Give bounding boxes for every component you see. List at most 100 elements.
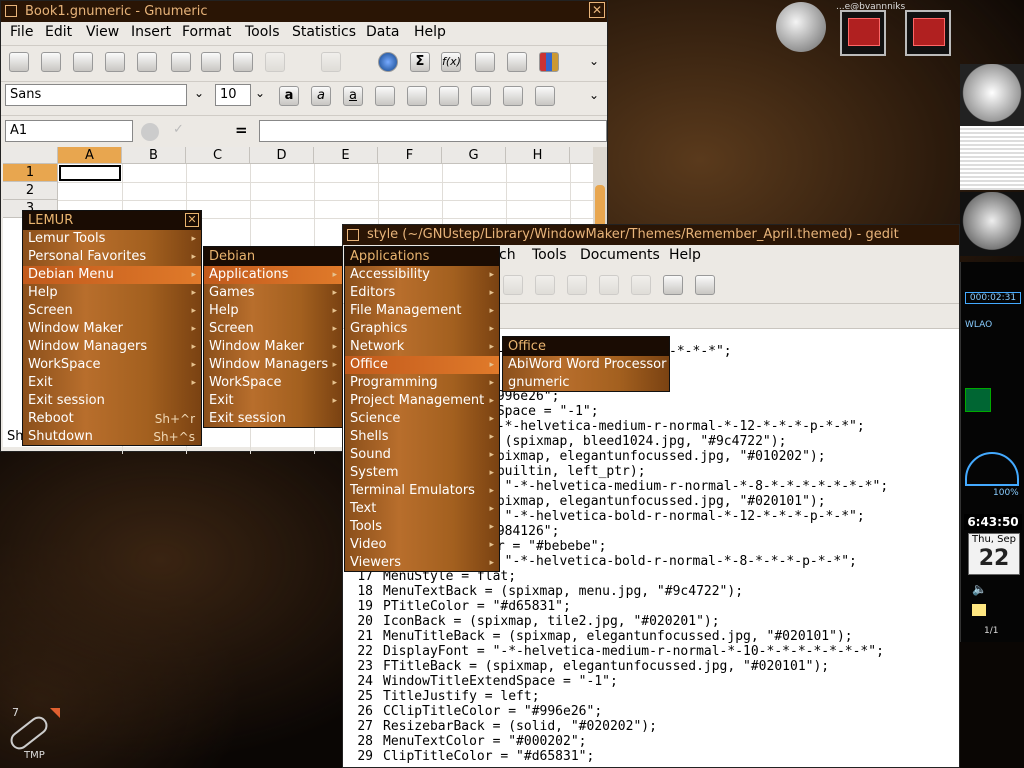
redo-icon[interactable] — [321, 52, 341, 72]
clip-arrow-icon[interactable] — [50, 708, 60, 718]
align-center-icon[interactable] — [407, 86, 427, 106]
print-preview-icon[interactable] — [137, 52, 157, 72]
menu-item-window-managers[interactable]: Window Managers ▸ — [204, 356, 342, 374]
miniaturize-icon[interactable] — [347, 229, 359, 241]
menu-statistics[interactable]: Statistics — [292, 24, 356, 40]
menu-file[interactable]: File — [10, 24, 33, 40]
menu-documents[interactable]: Documents — [580, 247, 660, 263]
paste-icon[interactable] — [631, 275, 651, 295]
menu-item-window-maker[interactable]: Window Maker ▸ — [23, 320, 201, 338]
merge-cells-icon[interactable] — [471, 86, 491, 106]
borders-icon[interactable] — [535, 86, 555, 106]
stairs-dock-icon[interactable] — [960, 64, 1024, 128]
copy-icon[interactable] — [201, 52, 221, 72]
menu-item-personal-favorites[interactable]: Personal Favorites ▸ — [23, 248, 201, 266]
menu-tools[interactable]: Tools — [532, 247, 567, 263]
menu-item-workspace[interactable]: WorkSpace ▸ — [204, 374, 342, 392]
menu-title[interactable]: LEMUR ✕ — [23, 211, 201, 230]
cut-icon[interactable] — [567, 275, 587, 295]
column-header[interactable]: H — [506, 147, 570, 164]
menu-item-window-managers[interactable]: Window Managers ▸ — [23, 338, 201, 356]
menu-edit[interactable]: Edit — [45, 24, 72, 40]
paste-icon[interactable] — [233, 52, 253, 72]
close-icon[interactable]: ✕ — [589, 2, 605, 18]
menu-item-shells[interactable]: Shells ▸ — [345, 428, 499, 446]
menu-help[interactable]: Help — [669, 247, 701, 263]
menu-help[interactable]: Help — [414, 24, 446, 40]
gedit-titlebar[interactable]: style (~/GNUstep/Library/WindowMaker/The… — [343, 225, 959, 245]
menu-title[interactable]: Debian — [204, 247, 342, 266]
column-header[interactable] — [570, 147, 595, 164]
terminal-app-icon[interactable] — [905, 10, 951, 56]
menu-item-exit-session[interactable]: Exit session — [204, 410, 342, 428]
menu-item-terminal-emulators[interactable]: Terminal Emulators ▸ — [345, 482, 499, 500]
hyperlink-icon[interactable] — [378, 52, 398, 72]
menu-item-games[interactable]: Games ▸ — [204, 284, 342, 302]
note-icon[interactable] — [972, 604, 986, 616]
column-header[interactable]: E — [314, 147, 378, 164]
column-header[interactable]: D — [250, 147, 314, 164]
menu-item-network[interactable]: Network ▸ — [345, 338, 499, 356]
menu-item-graphics[interactable]: Graphics ▸ — [345, 320, 499, 338]
open-icon[interactable] — [41, 52, 61, 72]
menu-item-tools[interactable]: Tools ▸ — [345, 518, 499, 536]
menu-data[interactable]: Data — [366, 24, 399, 40]
align-right-icon[interactable] — [439, 86, 459, 106]
menu-item-text[interactable]: Text ▸ — [345, 500, 499, 518]
new-icon[interactable] — [9, 52, 29, 72]
menu-item-science[interactable]: Science ▸ — [345, 410, 499, 428]
menu-item-programming[interactable]: Programming ▸ — [345, 374, 499, 392]
menu-item-screen[interactable]: Screen ▸ — [23, 302, 201, 320]
shutdown-dock-icon[interactable] — [960, 192, 1024, 256]
menu-title[interactable]: Office — [503, 337, 669, 356]
pie-chart-icon[interactable] — [776, 2, 826, 52]
save-icon[interactable] — [73, 52, 93, 72]
menu-item-sound[interactable]: Sound ▸ — [345, 446, 499, 464]
column-header[interactable]: C — [186, 147, 250, 164]
menu-search[interactable]: ch — [499, 247, 516, 263]
menu-item-video[interactable]: Video ▸ — [345, 536, 499, 554]
sum-icon[interactable]: Σ — [410, 52, 430, 72]
sort-ascending-icon[interactable] — [475, 52, 495, 72]
redo-icon[interactable] — [535, 275, 555, 295]
column-header[interactable]: A — [58, 147, 122, 164]
row-header[interactable]: 1 — [3, 164, 58, 182]
menu-title[interactable]: Applications — [345, 247, 499, 266]
menu-item-exit[interactable]: Exit ▸ — [204, 392, 342, 410]
column-header[interactable]: G — [442, 147, 506, 164]
menu-item-file-management[interactable]: File Management ▸ — [345, 302, 499, 320]
toolbar-overflow-icon[interactable]: ⌄ — [589, 54, 599, 68]
close-icon[interactable]: ✕ — [185, 213, 199, 227]
font-name-field[interactable]: Sans — [5, 84, 187, 106]
function-icon[interactable]: f(x) — [441, 52, 461, 72]
menu-item-workspace[interactable]: WorkSpace ▸ — [23, 356, 201, 374]
italic-icon[interactable]: a — [311, 86, 331, 106]
menu-item-shutdown[interactable]: Shutdown Sh+^s — [23, 428, 201, 446]
bold-icon[interactable]: a — [279, 86, 299, 106]
menu-item-exit-session[interactable]: Exit session — [23, 392, 201, 410]
underline-icon[interactable]: a — [343, 86, 363, 106]
menu-item-help[interactable]: Help ▸ — [23, 284, 201, 302]
clip[interactable]: 7 TMP — [4, 706, 62, 764]
menu-item-exit[interactable]: Exit ▸ — [23, 374, 201, 392]
gnumeric-titlebar[interactable]: Book1.gnumeric - Gnumeric ✕ — [1, 1, 607, 22]
cell-ref-field[interactable]: A1 — [5, 120, 133, 142]
menu-item-applications[interactable]: Applications ▸ — [204, 266, 342, 284]
cancel-icon[interactable] — [141, 123, 159, 141]
vertical-scrollbar[interactable] — [593, 147, 607, 233]
select-all-corner[interactable] — [3, 147, 58, 164]
print-icon[interactable] — [105, 52, 125, 72]
undo-icon[interactable] — [265, 52, 285, 72]
menu-item-screen[interactable]: Screen ▸ — [204, 320, 342, 338]
menu-item-lemur-tools[interactable]: Lemur Tools ▸ — [23, 230, 201, 248]
menu-item-abiword[interactable]: AbiWord Word Processor — [503, 356, 669, 374]
split-cells-icon[interactable] — [503, 86, 523, 106]
chevron-down-icon[interactable]: ⌄ — [255, 86, 265, 100]
menu-format[interactable]: Format — [182, 24, 231, 40]
menu-item-accessibility[interactable]: Accessibility ▸ — [345, 266, 499, 284]
menu-view[interactable]: View — [86, 24, 119, 40]
menu-item-editors[interactable]: Editors ▸ — [345, 284, 499, 302]
find-icon[interactable] — [663, 275, 683, 295]
miniaturize-icon[interactable] — [5, 5, 17, 17]
column-header[interactable]: B — [122, 147, 186, 164]
